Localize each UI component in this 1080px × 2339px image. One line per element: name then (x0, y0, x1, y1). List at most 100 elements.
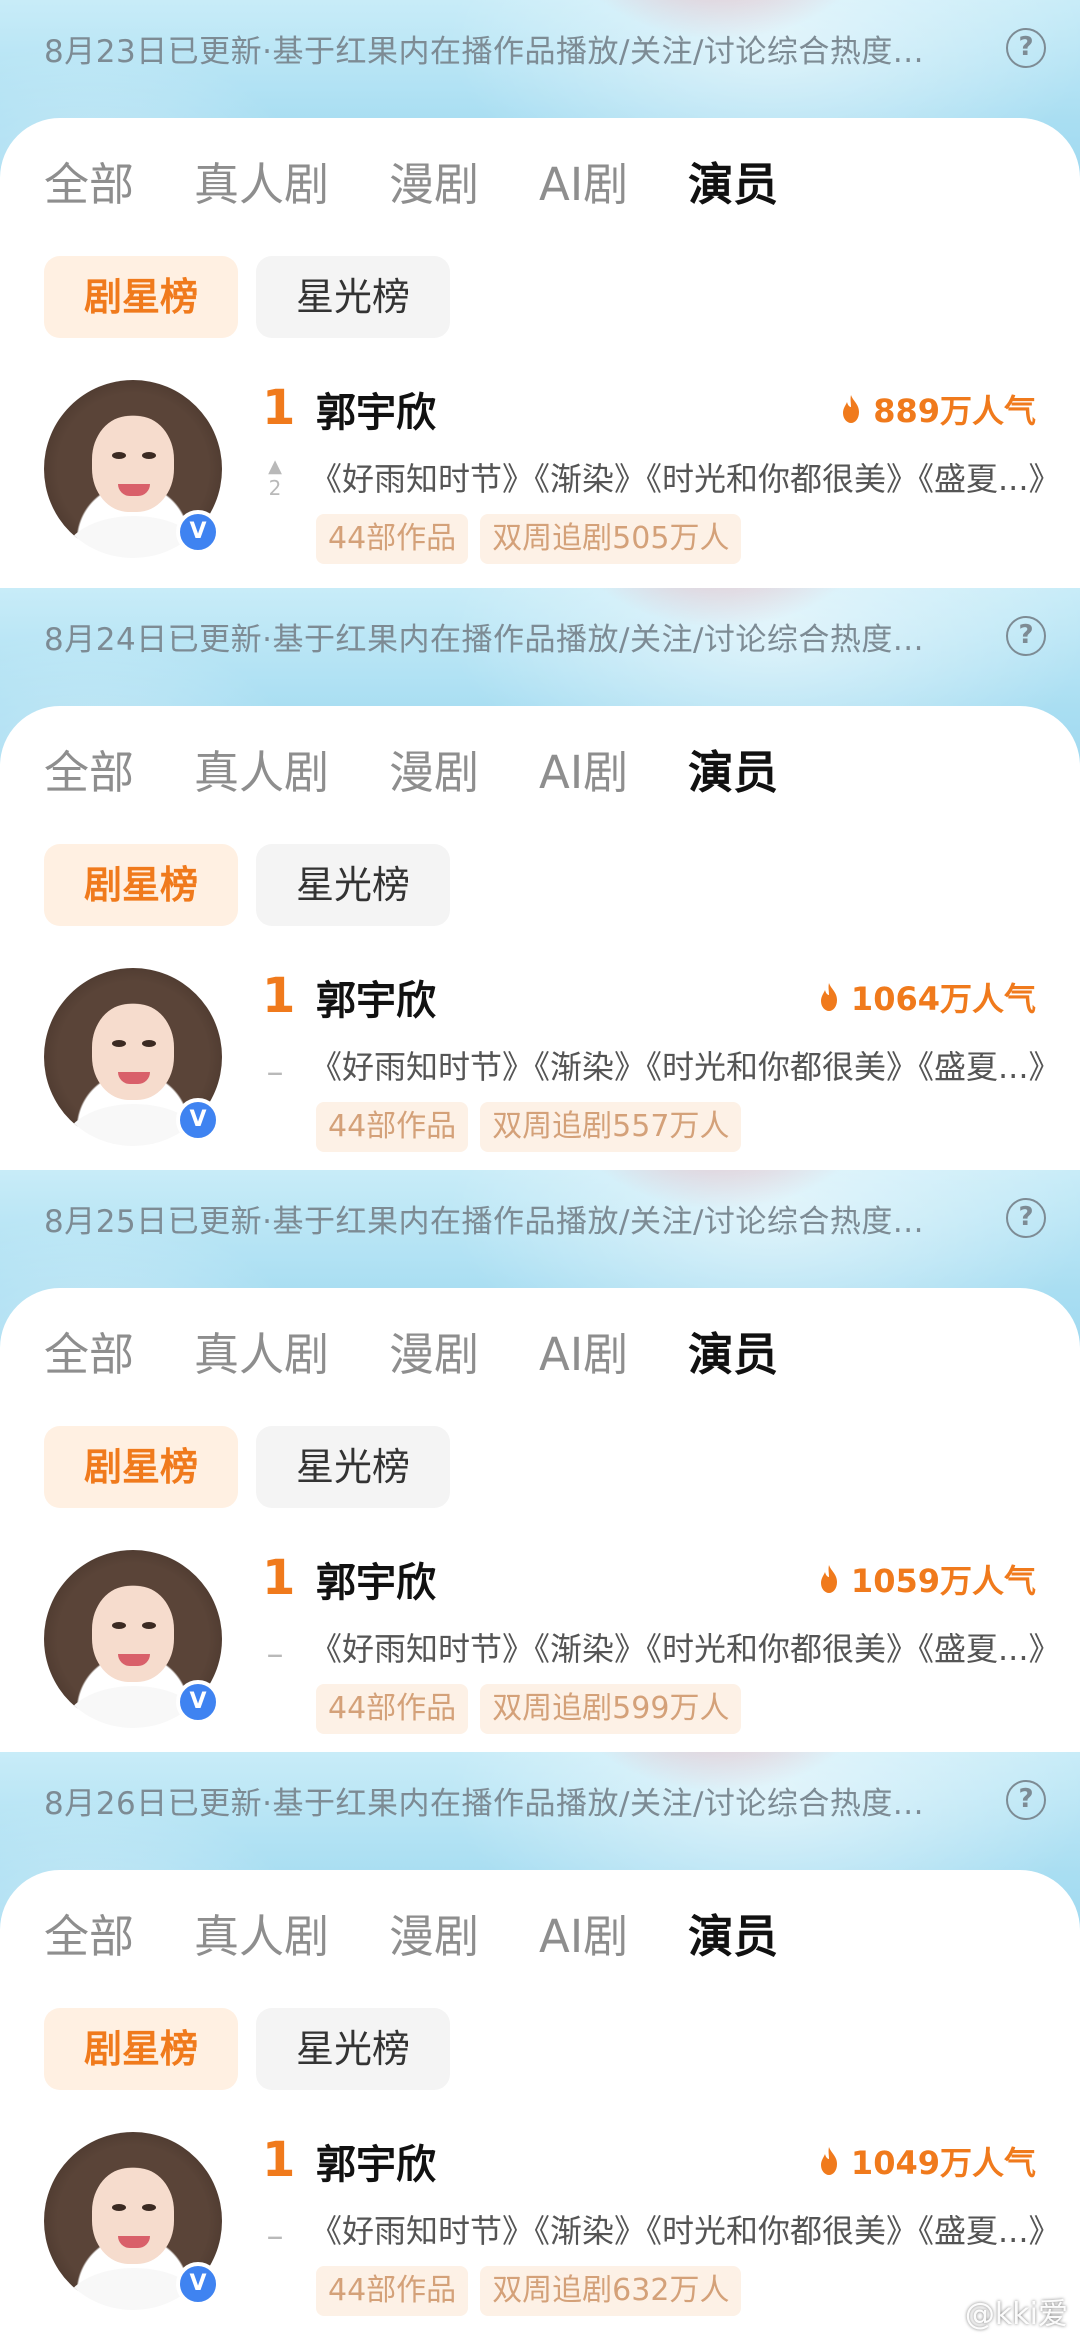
ranking-subtabs: 剧星榜 星光榜 (44, 2008, 468, 2090)
watermark: @kki爱 (964, 2297, 1068, 2332)
tab-live-action[interactable]: 真人剧 (194, 148, 329, 213)
rank-number: 1 (262, 2132, 296, 2188)
tab-comic[interactable]: 漫剧 (389, 148, 479, 213)
followers-tag: 双周追剧505万人 (480, 514, 742, 564)
tab-ai[interactable]: AI剧 (539, 1318, 628, 1383)
works-list: 《好雨知时节》《渐染》《时光和你都很美》《盛夏...》 (310, 460, 1061, 498)
rank-number: 1 (262, 1550, 296, 1606)
rank-change-value: – (266, 2216, 284, 2256)
tab-comic[interactable]: 漫剧 (389, 1900, 479, 1965)
tab-comic[interactable]: 漫剧 (389, 736, 479, 801)
popularity-text: 1059万人气 (850, 1562, 1036, 1600)
update-info-text: 8月24日已更新·基于红果内在播作品播放/关注/讨论综合热度... (44, 622, 924, 658)
tab-actors[interactable]: 演员 (688, 736, 778, 801)
works-list: 《好雨知时节》《渐染》《时光和你都很美》《盛夏...》 (310, 2212, 1061, 2250)
fire-icon (843, 395, 860, 423)
tag-list: 44部作品 双周追剧632万人 (316, 2266, 753, 2316)
popularity-score: 889万人气 (839, 386, 1036, 432)
subtab-drama-star[interactable]: 剧星榜 (44, 256, 238, 338)
ranking-card: 全部 真人剧 漫剧 AI剧 演员 剧星榜 星光榜 V 1 – 郭宇欣 1049万… (0, 1870, 1080, 2339)
followers-tag: 双周追剧599万人 (480, 1684, 742, 1734)
tab-ai[interactable]: AI剧 (539, 148, 628, 213)
update-info-text: 8月26日已更新·基于红果内在播作品播放/关注/讨论综合热度... (44, 1786, 924, 1822)
ranking-card: 全部 真人剧 漫剧 AI剧 演员 剧星榜 星光榜 V 1 ▲ 2 郭宇欣 889… (0, 118, 1080, 588)
help-icon[interactable]: ? (1006, 1780, 1046, 1820)
works-count-tag: 44部作品 (316, 1102, 469, 1152)
rank-change-value: – (266, 1052, 284, 1092)
tab-all[interactable]: 全部 (44, 1900, 134, 1965)
rank-change-value: 2 (268, 476, 282, 500)
popularity-score: 1059万人气 (817, 1556, 1036, 1602)
tab-live-action[interactable]: 真人剧 (194, 736, 329, 801)
popularity-score: 1064万人气 (817, 974, 1036, 1020)
rank-change: – (262, 2210, 288, 2256)
update-info-text: 8月23日已更新·基于红果内在播作品播放/关注/讨论综合热度... (44, 34, 924, 70)
followers-tag: 双周追剧557万人 (480, 1102, 742, 1152)
category-tabs: 全部 真人剧 漫剧 AI剧 演员 (44, 736, 838, 801)
subtab-drama-star[interactable]: 剧星榜 (44, 2008, 238, 2090)
followers-tag: 双周追剧632万人 (480, 2266, 742, 2316)
actor-name[interactable]: 郭宇欣 (316, 1550, 436, 1608)
tab-all[interactable]: 全部 (44, 148, 134, 213)
tab-actors[interactable]: 演员 (688, 1318, 778, 1383)
subtab-starlight[interactable]: 星光榜 (256, 1426, 450, 1508)
rank-change: – (262, 1628, 288, 1674)
works-list: 《好雨知时节》《渐染》《时光和你都很美》《盛夏...》 (310, 1048, 1061, 1086)
category-tabs: 全部 真人剧 漫剧 AI剧 演员 (44, 1900, 838, 1965)
tab-all[interactable]: 全部 (44, 1318, 134, 1383)
rank-number: 1 (262, 968, 296, 1024)
tab-ai[interactable]: AI剧 (539, 1900, 628, 1965)
verified-badge-icon: V (176, 510, 220, 554)
subtab-starlight[interactable]: 星光榜 (256, 2008, 450, 2090)
help-icon[interactable]: ? (1006, 1198, 1046, 1238)
subtab-starlight[interactable]: 星光榜 (256, 844, 450, 926)
actor-name[interactable]: 郭宇欣 (316, 2132, 436, 2190)
popularity-text: 889万人气 (873, 392, 1036, 430)
tab-live-action[interactable]: 真人剧 (194, 1900, 329, 1965)
tab-actors[interactable]: 演员 (688, 148, 778, 213)
tab-comic[interactable]: 漫剧 (389, 1318, 479, 1383)
tab-actors[interactable]: 演员 (688, 1900, 778, 1965)
rank-change: ▲ 2 (262, 456, 288, 501)
rank-change: – (262, 1046, 288, 1092)
ranking-card: 全部 真人剧 漫剧 AI剧 演员 剧星榜 星光榜 V 1 – 郭宇欣 1059万… (0, 1288, 1080, 1752)
rank-change-value: – (266, 1634, 284, 1674)
rank-number: 1 (262, 380, 296, 436)
ranking-subtabs: 剧星榜 星光榜 (44, 1426, 468, 1508)
popularity-text: 1064万人气 (850, 980, 1036, 1018)
help-icon[interactable]: ? (1006, 616, 1046, 656)
update-info-text: 8月25日已更新·基于红果内在播作品播放/关注/讨论综合热度... (44, 1204, 924, 1240)
tab-all[interactable]: 全部 (44, 736, 134, 801)
tab-ai[interactable]: AI剧 (539, 736, 628, 801)
ranking-panel-4: 8月26日已更新·基于红果内在播作品播放/关注/讨论综合热度... ? 全部 真… (0, 1752, 1080, 2339)
works-list: 《好雨知时节》《渐染》《时光和你都很美》《盛夏...》 (310, 1630, 1061, 1668)
ranking-card: 全部 真人剧 漫剧 AI剧 演员 剧星榜 星光榜 V 1 – 郭宇欣 1064万… (0, 706, 1080, 1170)
fire-icon (820, 983, 837, 1011)
category-tabs: 全部 真人剧 漫剧 AI剧 演员 (44, 1318, 838, 1383)
ranking-panel-3: 8月25日已更新·基于红果内在播作品播放/关注/讨论综合热度... ? 全部 真… (0, 1170, 1080, 1752)
tab-live-action[interactable]: 真人剧 (194, 1318, 329, 1383)
help-icon[interactable]: ? (1006, 28, 1046, 68)
verified-badge-icon: V (176, 1098, 220, 1142)
category-tabs: 全部 真人剧 漫剧 AI剧 演员 (44, 148, 838, 213)
actor-name[interactable]: 郭宇欣 (316, 968, 436, 1026)
subtab-drama-star[interactable]: 剧星榜 (44, 1426, 238, 1508)
works-count-tag: 44部作品 (316, 2266, 469, 2316)
actor-name[interactable]: 郭宇欣 (316, 380, 436, 438)
fire-icon (820, 1565, 837, 1593)
tag-list: 44部作品 双周追剧557万人 (316, 1102, 753, 1152)
rank-up-arrow-icon: ▲ (268, 456, 282, 477)
tag-list: 44部作品 双周追剧505万人 (316, 514, 753, 564)
works-count-tag: 44部作品 (316, 514, 469, 564)
verified-badge-icon: V (176, 1680, 220, 1724)
subtab-starlight[interactable]: 星光榜 (256, 256, 450, 338)
ranking-subtabs: 剧星榜 星光榜 (44, 844, 468, 926)
tag-list: 44部作品 双周追剧599万人 (316, 1684, 753, 1734)
works-count-tag: 44部作品 (316, 1684, 469, 1734)
popularity-text: 1049万人气 (850, 2144, 1036, 2182)
ranking-panel-1: 8月23日已更新·基于红果内在播作品播放/关注/讨论综合热度... ? 全部 真… (0, 0, 1080, 588)
subtab-drama-star[interactable]: 剧星榜 (44, 844, 238, 926)
fire-icon (820, 2147, 837, 2175)
ranking-subtabs: 剧星榜 星光榜 (44, 256, 468, 338)
popularity-score: 1049万人气 (817, 2138, 1036, 2184)
